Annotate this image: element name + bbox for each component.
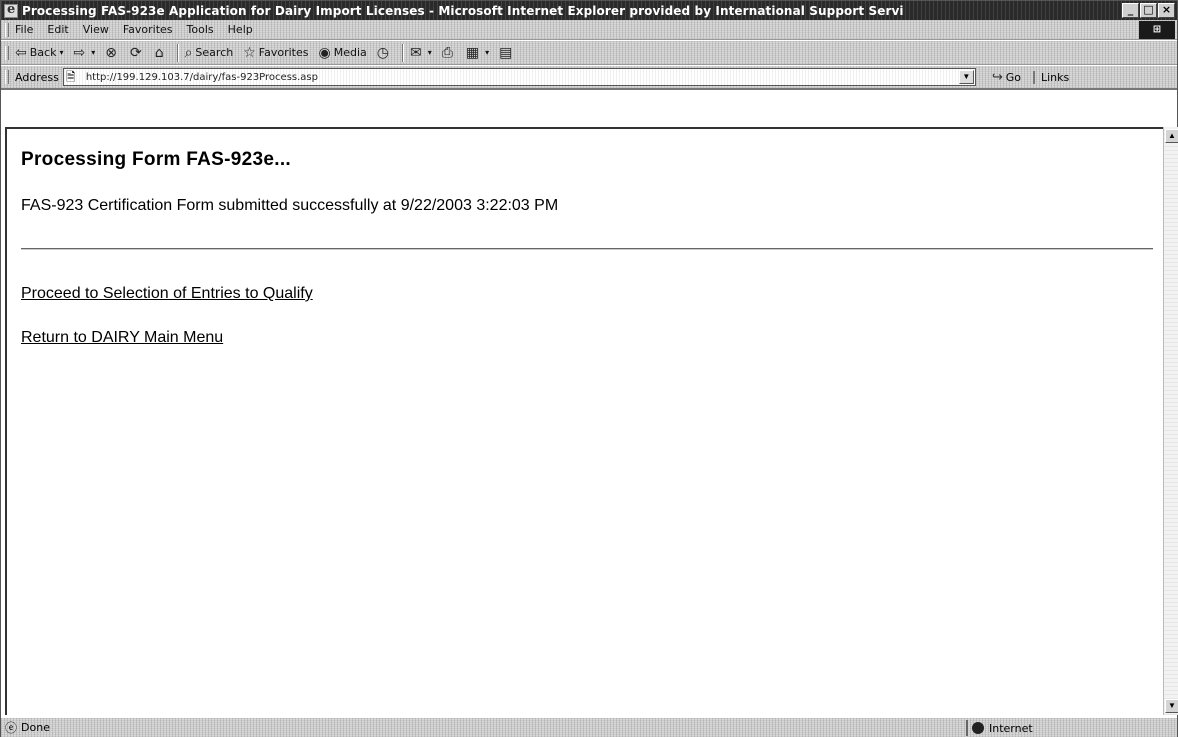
status-bar: ⓔ Done Internet — [1, 717, 1177, 737]
page-title: Processing Form FAS-923e... — [21, 149, 291, 170]
ie-icon[interactable] — [4, 2, 18, 18]
address-url[interactable]: http://199.129.103.7/dairy/fas-923Proces… — [86, 72, 318, 83]
security-zone: Internet — [966, 720, 1033, 736]
page-icon: 🗎 — [65, 70, 76, 84]
menu-grip[interactable] — [5, 22, 9, 37]
return-to-main-menu-link[interactable]: Return to DAIRY Main Menu — [21, 329, 223, 347]
menu-file[interactable]: File — [15, 23, 33, 36]
forward-button[interactable]: ⇨ ▾ — [73, 45, 95, 61]
favorites-button[interactable]: ☆ Favorites — [243, 45, 308, 61]
windows-logo-icon: ⊞ — [1139, 21, 1175, 39]
edit-button[interactable]: ▦ ▾ — [466, 45, 489, 61]
close-button[interactable]: × — [1158, 3, 1175, 18]
maximize-button[interactable]: □ — [1140, 3, 1157, 18]
media-label: Media — [333, 46, 367, 59]
mail-button[interactable]: ✉ ▾ — [410, 45, 432, 61]
mail-icon: ✉ — [409, 44, 422, 61]
proceed-to-entries-link[interactable]: Proceed to Selection of Entries to Quali… — [21, 285, 313, 303]
media-button[interactable]: ◉ Media — [318, 45, 366, 61]
scroll-up-icon[interactable]: ▲ — [1165, 129, 1178, 143]
toolbar-separator — [176, 43, 179, 62]
favorites-icon: ☆ — [243, 44, 256, 61]
menu-edit[interactable]: Edit — [47, 23, 68, 36]
page-content: Processing Form FAS-923e... FAS-923 Cert… — [5, 127, 1163, 715]
back-label: Back — [29, 46, 57, 59]
menu-tools[interactable]: Tools — [187, 23, 214, 36]
chevron-down-icon[interactable]: ▾ — [428, 48, 432, 57]
chevron-down-icon[interactable]: ▾ — [59, 48, 63, 57]
discuss-icon: ▤ — [499, 44, 513, 61]
go-button[interactable]: ↪ Go — [992, 70, 1021, 85]
history-icon: ◷ — [376, 44, 389, 61]
chevron-down-icon[interactable]: ▾ — [485, 48, 489, 57]
print-button[interactable]: ⎙ — [442, 45, 456, 61]
toolbar-grip[interactable] — [5, 45, 9, 60]
forward-arrow-icon: ⇨ — [73, 44, 86, 61]
media-icon: ◉ — [318, 44, 331, 61]
zone-label: Internet — [989, 721, 1033, 735]
history-button[interactable]: ◷ — [377, 45, 392, 61]
minimize-button[interactable]: _ — [1122, 3, 1139, 18]
edit-icon: ▦ — [465, 44, 480, 61]
address-dropdown-icon[interactable]: ▼ — [958, 70, 974, 84]
go-label: Go — [1005, 70, 1021, 84]
globe-icon — [972, 722, 984, 734]
submission-status: FAS-923 Certification Form submitted suc… — [21, 197, 559, 214]
links-button[interactable]: Links — [1032, 70, 1069, 84]
divider — [21, 248, 1153, 250]
menu-view[interactable]: View — [83, 23, 109, 36]
refresh-button[interactable]: ⟳ — [130, 45, 145, 61]
home-button[interactable]: ⌂ — [155, 45, 167, 61]
standard-toolbar: ⇦ Back ▾ ⇨ ▾ ⊗ ⟳ ⌂ ⌕ Search ☆ Favorites … — [1, 41, 1177, 65]
address-input[interactable]: 🗎 http://199.129.103.7/dairy/fas-923Proc… — [62, 68, 976, 86]
discuss-button[interactable]: ▤ — [499, 45, 515, 61]
stop-button[interactable]: ⊗ — [105, 45, 120, 61]
menu-favorites[interactable]: Favorites — [123, 23, 173, 36]
scroll-down-icon[interactable]: ▼ — [1165, 699, 1178, 713]
address-grip[interactable] — [5, 70, 9, 84]
page-done-icon: ⓔ — [5, 721, 18, 735]
search-button[interactable]: ⌕ Search — [185, 45, 234, 61]
go-arrow-icon: ↪ — [991, 69, 1003, 85]
menu-bar: File Edit View Favorites Tools Help ⊞ — [1, 20, 1177, 40]
title-bar: Processing FAS-923e Application for Dair… — [1, 1, 1177, 20]
back-arrow-icon: ⇦ — [15, 44, 27, 61]
print-icon: ⎙ — [441, 44, 453, 61]
back-button[interactable]: ⇦ Back ▾ — [15, 45, 63, 61]
stop-icon: ⊗ — [105, 44, 117, 61]
search-label: Search — [195, 46, 234, 59]
address-bar: Address 🗎 http://199.129.103.7/dairy/fas… — [1, 66, 1177, 90]
browser-window: Processing FAS-923e Application for Dair… — [0, 0, 1178, 737]
address-label: Address — [15, 70, 59, 84]
home-icon: ⌂ — [154, 44, 164, 61]
vertical-scrollbar[interactable]: ▲ ▼ — [1163, 127, 1178, 715]
refresh-icon: ⟳ — [129, 44, 142, 61]
search-icon: ⌕ — [184, 44, 193, 61]
favorites-label: Favorites — [258, 46, 309, 59]
status-text: Done — [21, 721, 50, 734]
chevron-down-icon[interactable]: ▾ — [91, 48, 95, 57]
window-title: Processing FAS-923e Application for Dair… — [22, 3, 904, 18]
menu-help[interactable]: Help — [228, 23, 253, 36]
toolbar-separator — [401, 43, 404, 62]
